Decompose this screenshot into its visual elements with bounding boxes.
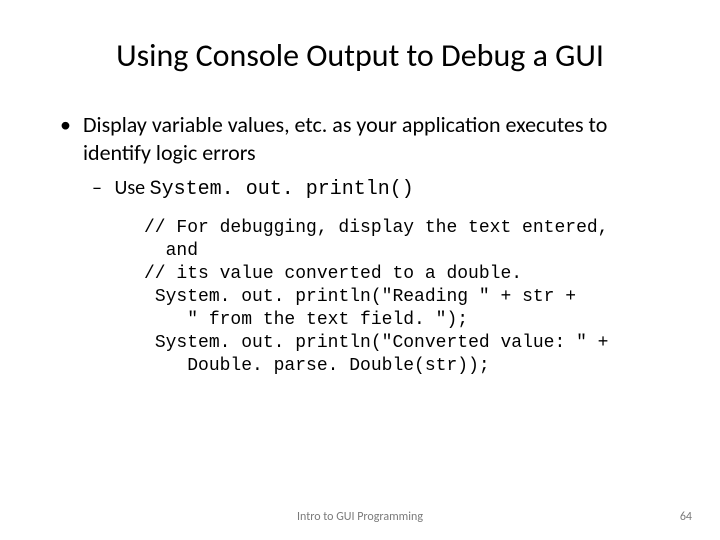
bullet-2-code: System. out. println() xyxy=(150,178,414,201)
bullet-level-2: – Use System. out. println() xyxy=(92,176,672,201)
slide: Using Console Output to Debug a GUI • Di… xyxy=(0,0,720,540)
bullet-dash-icon: – xyxy=(92,176,110,200)
code-block: // For debugging, display the text enter… xyxy=(144,217,632,378)
bullet-2-text: Use System. out. println() xyxy=(115,176,414,201)
bullet-2-prefix: Use xyxy=(115,176,150,200)
page-number: 64 xyxy=(680,510,692,524)
footer-center: Intro to GUI Programming xyxy=(0,510,720,524)
bullet-1-text: Display variable values, etc. as your ap… xyxy=(83,111,643,166)
bullet-dot-icon: • xyxy=(60,111,78,138)
slide-title: Using Console Output to Debug a GUI xyxy=(48,36,672,75)
bullet-level-1: • Display variable values, etc. as your … xyxy=(60,111,672,166)
